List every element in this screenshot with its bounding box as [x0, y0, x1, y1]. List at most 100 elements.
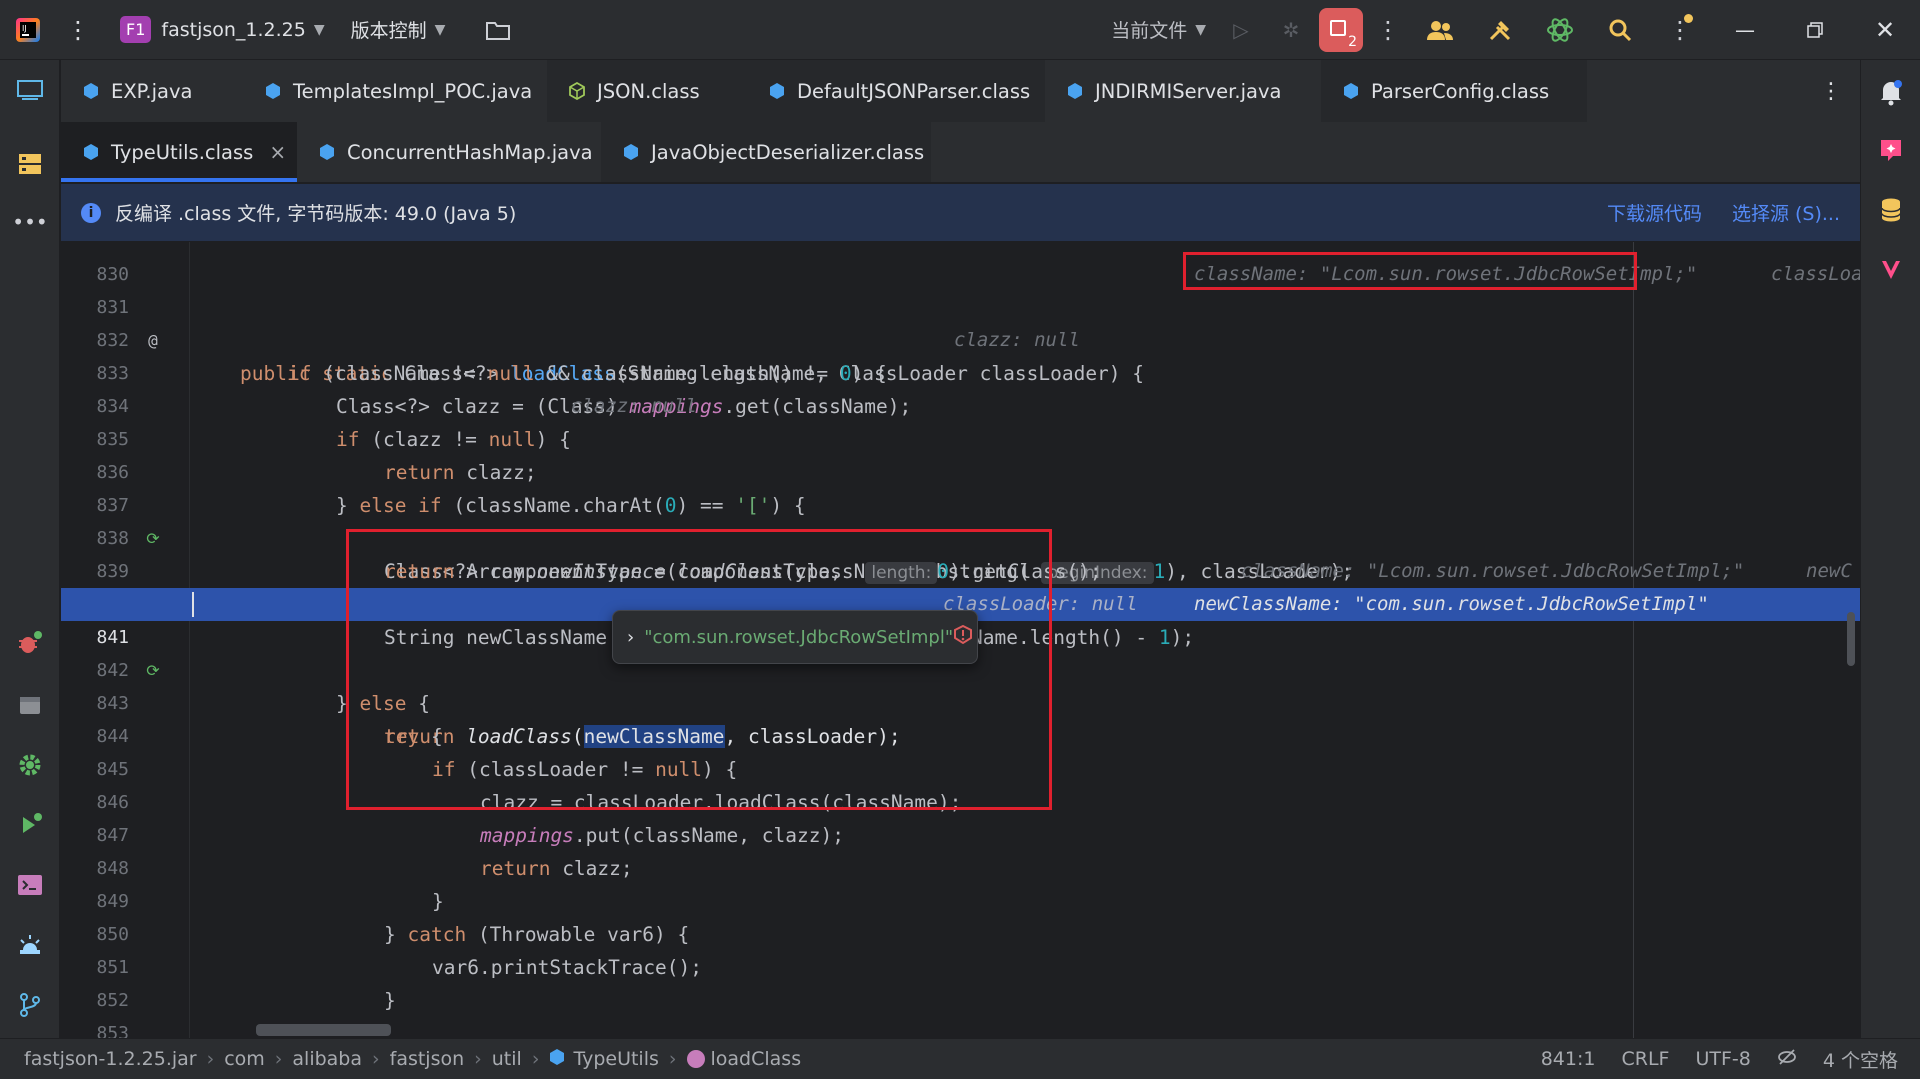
debug-hint-classloader: classLoa	[1771, 263, 1860, 285]
chevron-right-icon: ›	[668, 1048, 677, 1070]
editor-tabs-row-1: EXP.java TemplatesImpl_POC.java JSON.cla…	[61, 60, 1860, 122]
run-tool-icon[interactable]	[10, 805, 50, 845]
tab-concurrenthashmap-java[interactable]: ConcurrentHashMap.java	[297, 122, 601, 182]
debug-icon[interactable]: ✲	[1266, 0, 1316, 60]
problems-icon[interactable]	[10, 925, 50, 965]
project-badge: F1	[120, 16, 152, 43]
tab-label: EXP.java	[111, 79, 193, 103]
breadcrumb-item[interactable]: com	[224, 1048, 265, 1070]
database-icon[interactable]	[1871, 190, 1911, 230]
debug-value-popup[interactable]: › "com.sun.rowset.JdbcRowSetImpl"	[612, 610, 978, 664]
breadcrumb-item[interactable]: loadClass	[711, 1048, 802, 1070]
class-file-icon	[1343, 82, 1359, 100]
debug-tool-icon[interactable]	[10, 623, 50, 663]
settings-gear-icon[interactable]	[10, 745, 50, 785]
project-name: fastjson_1.2.25	[161, 18, 306, 41]
run-icon[interactable]: ▷	[1216, 0, 1266, 60]
ai-assistant-icon[interactable]	[1530, 0, 1590, 60]
ai-chat-icon[interactable]	[1871, 130, 1911, 170]
structure-icon[interactable]	[10, 144, 50, 184]
run-config-selector[interactable]: 当前文件 ▼	[1101, 0, 1216, 60]
tab-javaobjectdeserializer-class[interactable]: JavaObjectDeserializer.class	[601, 122, 931, 182]
notifications-icon[interactable]	[1871, 72, 1911, 112]
tab-label: ParserConfig.class	[1371, 79, 1550, 103]
vue-icon[interactable]	[1871, 250, 1911, 290]
tab-typeutils-class[interactable]: TypeUtils.class ×	[61, 122, 297, 182]
vcs-label: 版本控制	[350, 20, 427, 42]
choose-source-link[interactable]: 选择源 (S)...	[1732, 199, 1840, 226]
tab-defaultjsonparser-class[interactable]: DefaultJSONParser.class	[747, 60, 1045, 122]
breadcrumb: fastjson-1.2.25.jar › com › alibaba › fa…	[24, 1048, 801, 1071]
code-line: 853 try {	[61, 984, 1860, 1038]
file-encoding[interactable]: UTF-8	[1695, 1048, 1750, 1070]
info-message: 反编译 .class 文件, 字节码版本: 49.0 (Java 5)	[115, 203, 517, 225]
text-cursor	[192, 592, 194, 617]
collaboration-icon[interactable]	[1410, 0, 1470, 60]
project-view-icon[interactable]	[10, 70, 50, 110]
line-number: 853	[96, 1023, 129, 1038]
main-menu-icon[interactable]: ⋮	[56, 0, 100, 60]
class-file-icon	[623, 143, 639, 161]
code-editor[interactable]: 830 831 @ public static Class<?> loadCla…	[61, 242, 1860, 1038]
notify-count: 2	[1348, 33, 1357, 50]
breadcrumb-item[interactable]: fastjson	[390, 1048, 465, 1070]
java-file-icon	[265, 82, 281, 100]
terminal-icon[interactable]	[10, 865, 50, 905]
tab-label: TemplatesImpl_POC.java	[293, 79, 533, 103]
restore-icon[interactable]	[1780, 0, 1850, 60]
breadcrumb-item[interactable]: alibaba	[292, 1048, 362, 1070]
app-logo-icon[interactable]: IJ	[0, 0, 56, 60]
project-switcher[interactable]: F1 fastjson_1.2.25 ▼	[110, 0, 335, 60]
debug-hint-clazz: clazz: null	[571, 395, 697, 417]
services-icon[interactable]	[10, 685, 50, 725]
tab-label: JNDIRMIServer.java	[1095, 79, 1282, 103]
horizontal-scrollbar-thumb[interactable]	[256, 1024, 391, 1036]
download-source-link[interactable]: 下载源代码	[1607, 199, 1702, 226]
breadcrumb-item[interactable]: TypeUtils	[573, 1048, 658, 1070]
folder-icon[interactable]	[475, 0, 521, 60]
cursor-position[interactable]: 841:1	[1541, 1048, 1596, 1070]
readonly-icon[interactable]	[1777, 1048, 1797, 1071]
search-icon[interactable]	[1590, 0, 1650, 60]
java-file-icon	[83, 82, 99, 100]
status-bar: fastjson-1.2.25.jar › com › alibaba › fa…	[0, 1038, 1920, 1079]
breadcrumb-item[interactable]: util	[492, 1048, 522, 1070]
class-file-icon	[569, 81, 585, 101]
chevron-right-icon: ›	[274, 1048, 283, 1070]
more-tools-icon[interactable]: •••	[10, 202, 50, 242]
debug-hint-clazz: clazz: null	[954, 329, 1080, 351]
tab-json-class[interactable]: JSON.class	[547, 60, 747, 122]
stop-button[interactable]: 2	[1316, 0, 1366, 60]
build-tools-icon[interactable]	[1470, 0, 1530, 60]
close-tab-icon[interactable]: ×	[269, 140, 286, 164]
settings-update-icon[interactable]: ⋮	[1650, 0, 1710, 60]
code-line: 836 } else if (className.charAt(0) == '[…	[61, 423, 1860, 517]
code-line: 838 return Array.newInstance(componentTy…	[61, 489, 1860, 584]
line-separator[interactable]: CRLF	[1621, 1048, 1669, 1070]
close-window-icon[interactable]: ✕	[1850, 0, 1920, 60]
error-icon[interactable]	[953, 624, 973, 650]
debug-hint-newclassname: newClassName: "com.sun.rowset.JdbcRowSet…	[1194, 593, 1709, 615]
tab-options-icon[interactable]: ⋮	[1802, 60, 1860, 122]
code-line: 851 }	[61, 918, 1860, 1012]
debug-hint-classname: className: "Lcom.sun.rowset.JdbcRowSetIm…	[1241, 560, 1745, 582]
chevron-right-icon: ›	[531, 1048, 540, 1070]
info-icon: i	[81, 202, 101, 223]
vertical-scrollbar-thumb[interactable]	[1847, 612, 1855, 666]
tab-parserconfig-class[interactable]: ParserConfig.class	[1321, 60, 1587, 122]
decompiled-info-bar: i 反编译 .class 文件, 字节码版本: 49.0 (Java 5) 下载…	[61, 184, 1860, 242]
expand-chevron-icon[interactable]: ›	[627, 627, 634, 648]
annotation-box-branch	[346, 529, 1052, 810]
vcs-menu[interactable]: 版本控制 ▼	[341, 0, 456, 60]
tab-exp-java[interactable]: EXP.java	[61, 60, 243, 122]
tab-templatesimpl-poc[interactable]: TemplatesImpl_POC.java	[243, 60, 547, 122]
tab-jndirmiserver-java[interactable]: JNDIRMIServer.java	[1045, 60, 1321, 122]
chevron-down-icon: ▼	[434, 21, 446, 38]
git-branch-icon[interactable]	[10, 985, 50, 1025]
minimize-icon[interactable]: —	[1710, 0, 1780, 60]
more-actions-icon[interactable]: ⋮	[1366, 0, 1410, 60]
java-file-icon	[319, 143, 335, 161]
indent-setting[interactable]: 4 个空格	[1823, 1046, 1898, 1073]
breadcrumb-item[interactable]: fastjson-1.2.25.jar	[24, 1048, 197, 1070]
code-line: 849 } catch (Throwable var6) {	[61, 852, 1860, 946]
